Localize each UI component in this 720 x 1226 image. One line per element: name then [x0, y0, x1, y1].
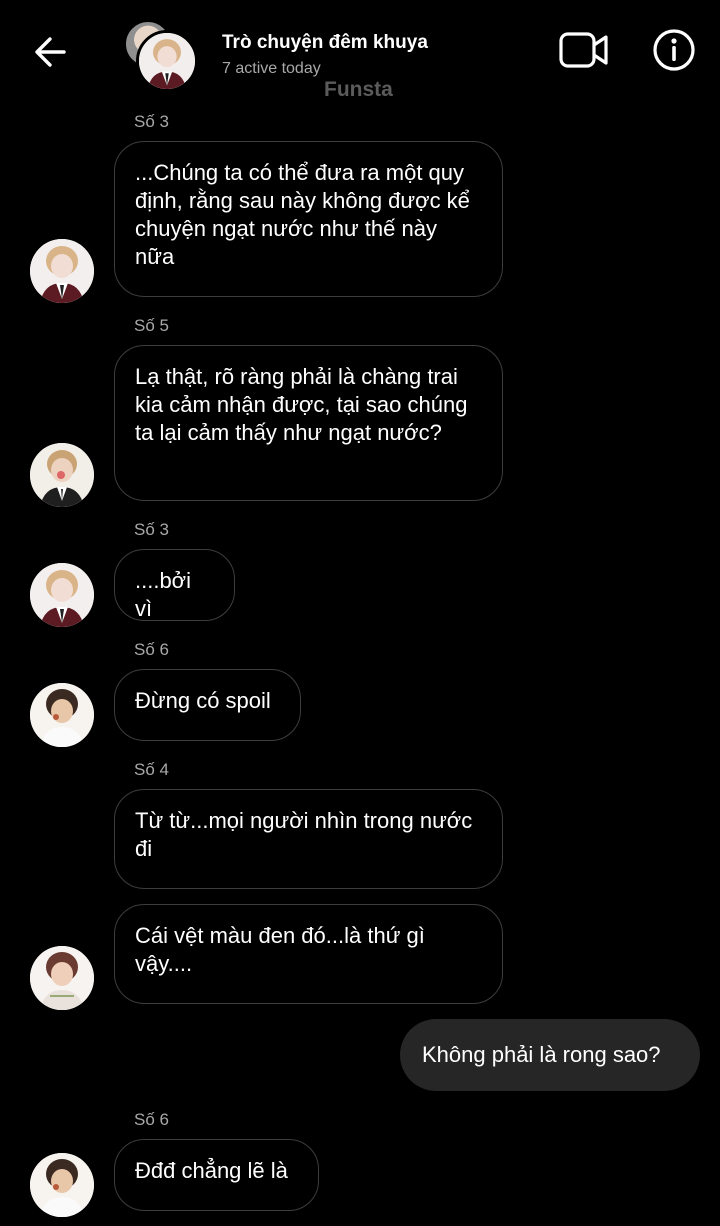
arrow-left-icon: [35, 37, 66, 67]
message-bubble[interactable]: ....bởi vì: [114, 549, 235, 621]
avatar[interactable]: [30, 239, 94, 303]
message-bubble[interactable]: ...Chúng ta có thể đưa ra một quy định, …: [114, 141, 503, 297]
chat-title[interactable]: Trò chuyện đêm khuya: [222, 32, 428, 54]
info-button[interactable]: [652, 28, 696, 72]
sender-name: Số 5: [134, 316, 169, 335]
avatar[interactable]: [30, 683, 94, 747]
sender-name: Số 6: [134, 640, 169, 659]
active-status: 7 active today: [222, 60, 321, 77]
sender-name: Số 3: [134, 112, 169, 131]
group-avatar-front: [136, 30, 198, 92]
message-bubble[interactable]: Cái vệt màu đen đó...là thứ gì vậy....: [114, 904, 503, 1004]
sender-name: Số 6: [134, 1110, 169, 1129]
back-button[interactable]: [30, 32, 70, 72]
avatar[interactable]: [30, 563, 94, 627]
video-call-button[interactable]: [558, 30, 610, 70]
sender-name: Số 3: [134, 520, 169, 539]
group-avatar[interactable]: [124, 20, 198, 92]
avatar[interactable]: [30, 443, 94, 507]
avatar[interactable]: [30, 1153, 94, 1217]
video-camera-icon: [559, 32, 608, 68]
watermark: Funsta: [324, 78, 393, 101]
info-icon: [653, 29, 695, 71]
message-bubble[interactable]: Lạ thật, rõ ràng phải là chàng trai kia …: [114, 345, 503, 501]
message-bubble[interactable]: Đđđ chẳng lẽ là: [114, 1139, 319, 1211]
chat-header: Trò chuyện đêm khuya 7 active today Funs…: [0, 0, 720, 110]
avatar[interactable]: [30, 946, 94, 1010]
sender-name: Số 4: [134, 760, 169, 779]
message-bubble[interactable]: Đừng có spoil: [114, 669, 301, 741]
message-bubble[interactable]: Từ từ...mọi người nhìn trong nước đi: [114, 789, 503, 889]
own-message-bubble[interactable]: Không phải là rong sao?: [400, 1019, 700, 1091]
